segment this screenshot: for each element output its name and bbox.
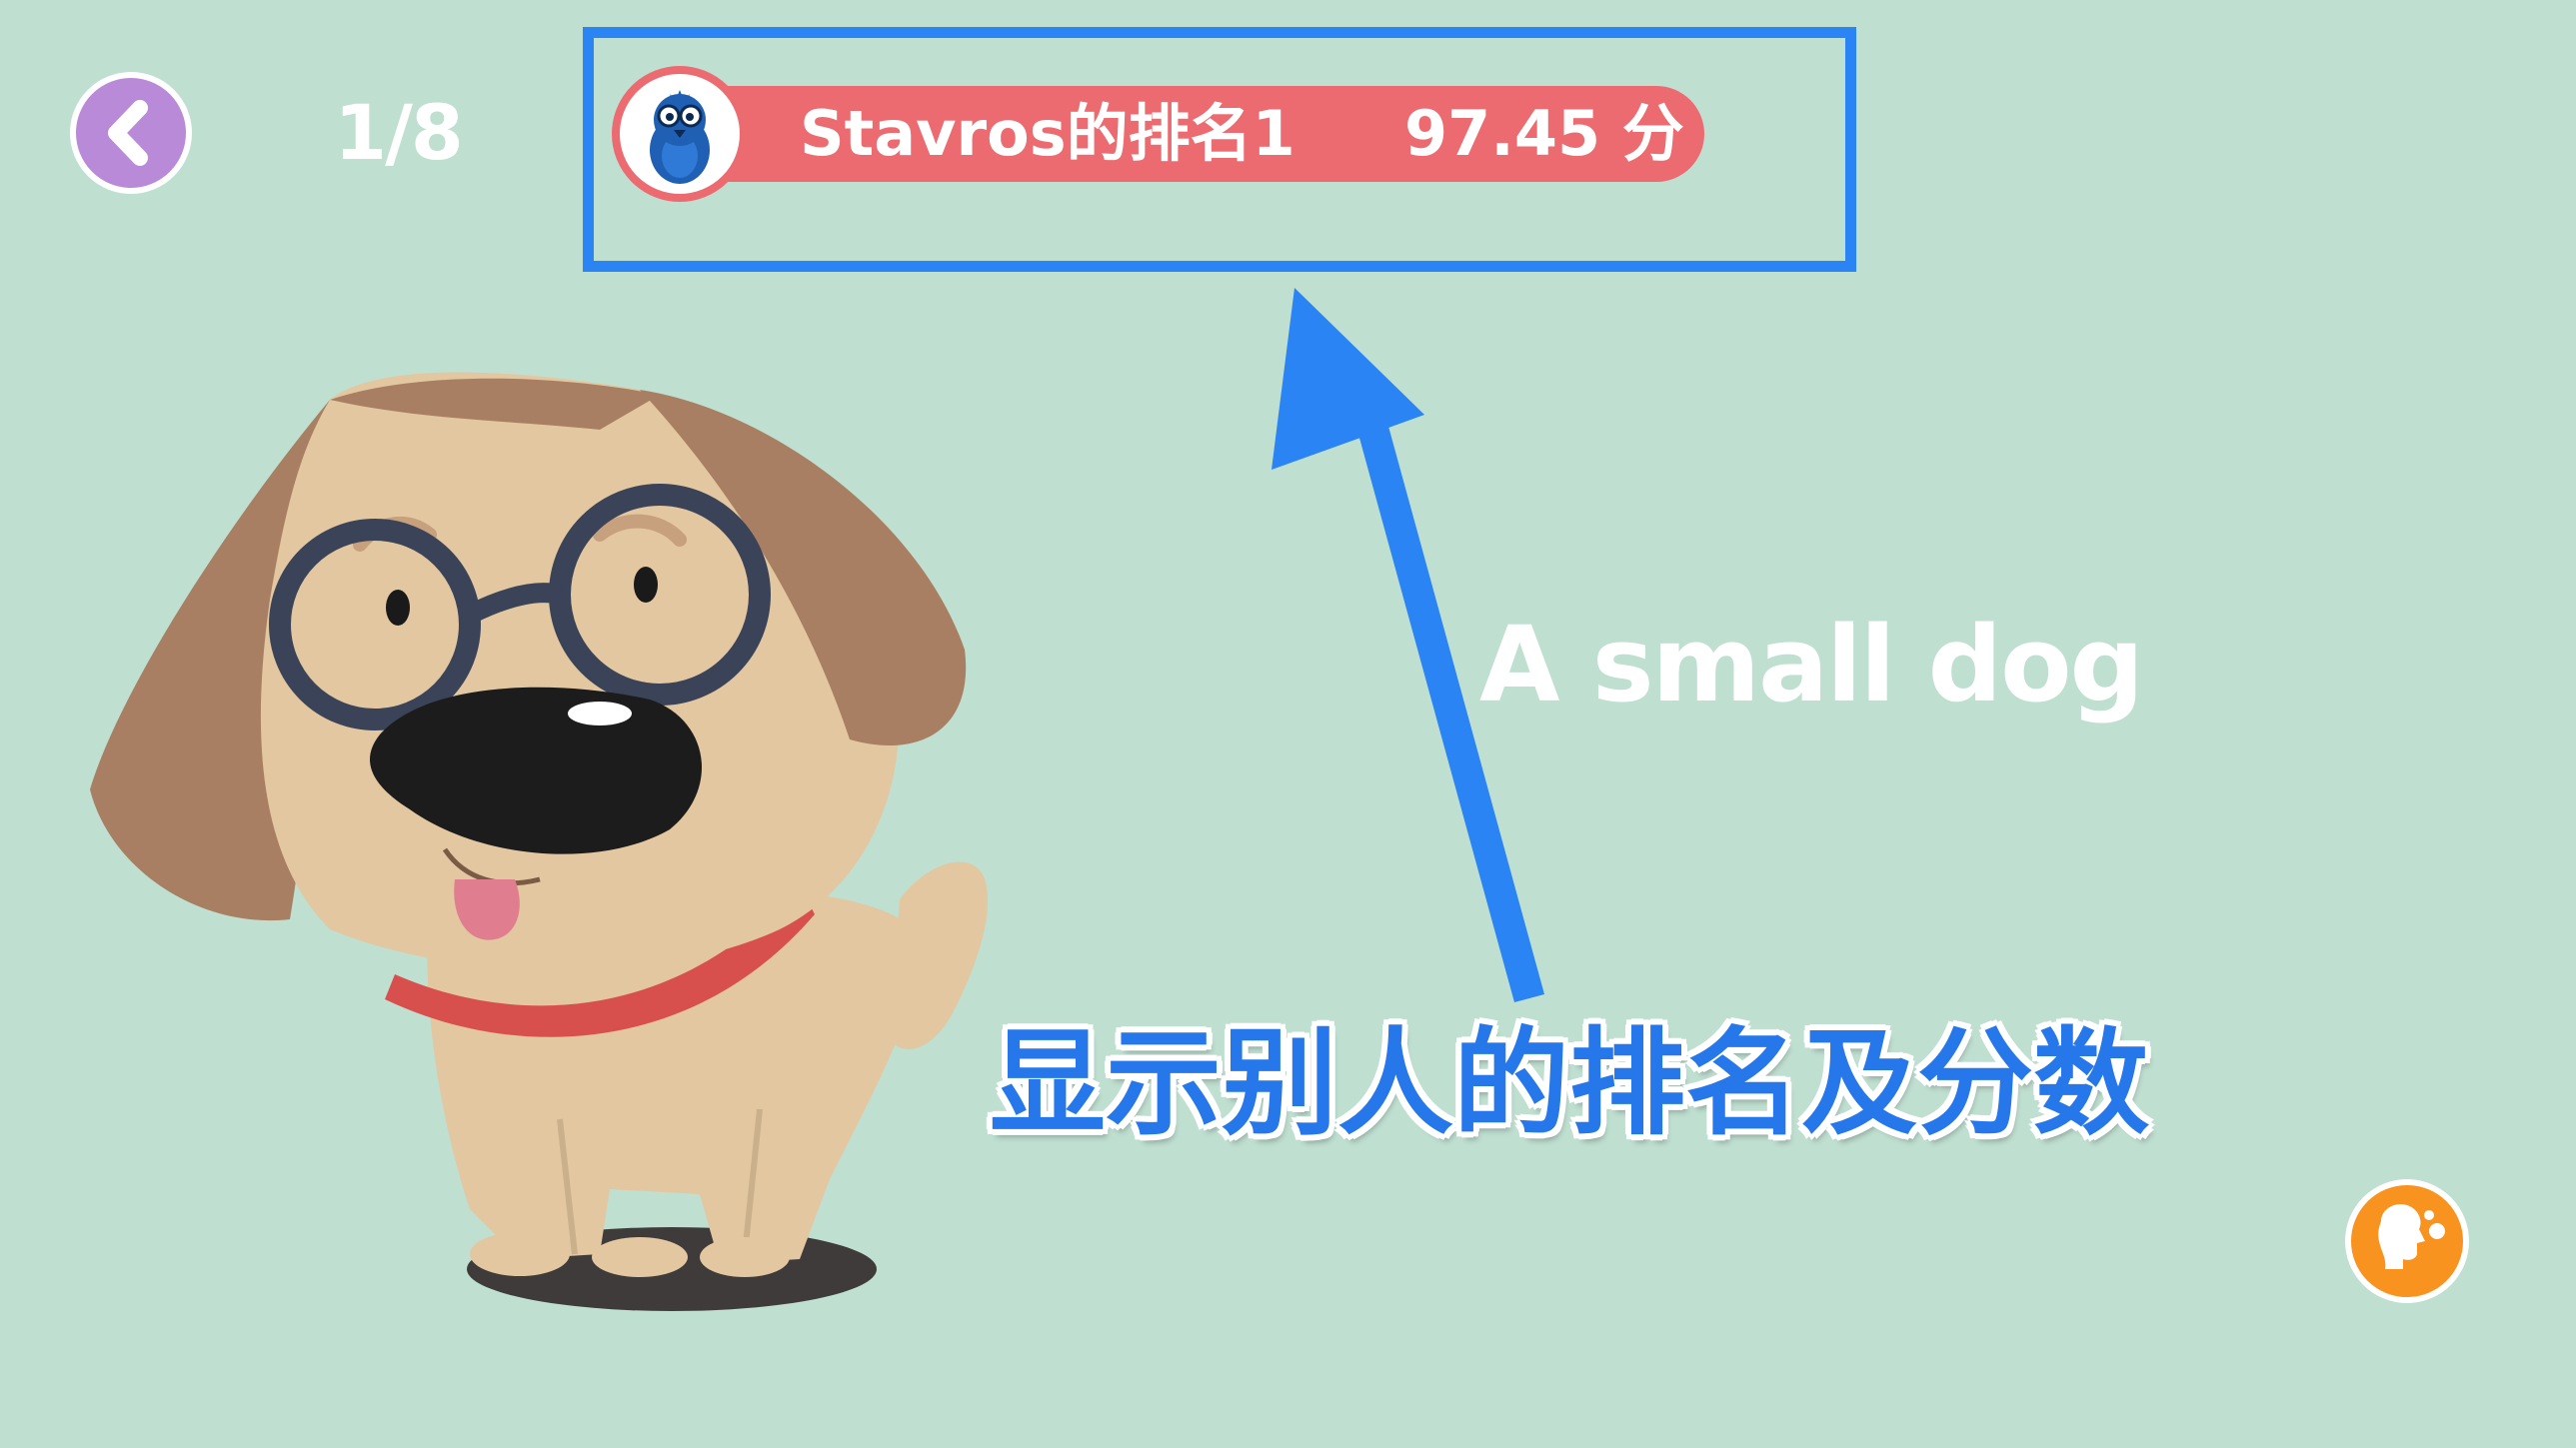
vocabulary-word: A small dog <box>1479 604 2144 725</box>
speaking-head-icon <box>2378 1203 2445 1269</box>
speak-button[interactable] <box>2345 1179 2469 1303</box>
annotation-caption: 显示别人的排名及分数 <box>990 1016 2149 1151</box>
lesson-screen: 1/8 Stavros的排名1 97.45 分 A small dog 显示别人… <box>0 0 2576 1448</box>
